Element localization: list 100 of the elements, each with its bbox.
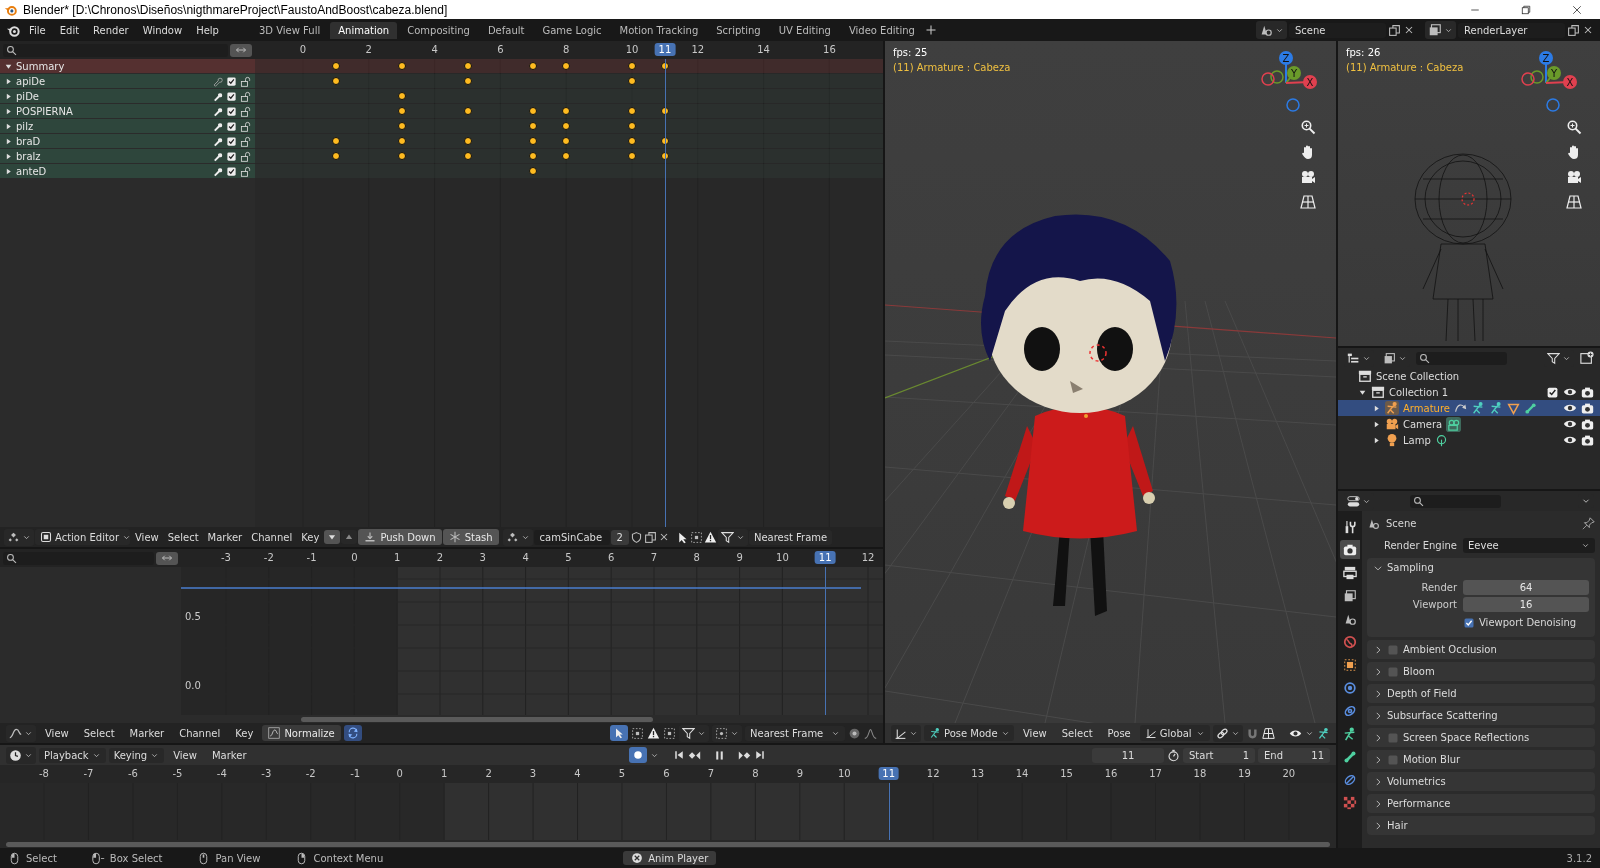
search-field[interactable]: [1416, 351, 1507, 365]
keyframe-marker[interactable]: [331, 152, 340, 160]
camera-icon[interactable]: [1566, 169, 1582, 185]
keyframe-marker[interactable]: [628, 107, 636, 115]
panel-header[interactable]: Performance: [1367, 794, 1595, 813]
panel-header[interactable]: Volumetrics: [1367, 772, 1595, 791]
keyframe-marker[interactable]: [397, 62, 406, 70]
checkbox[interactable]: [1387, 665, 1399, 678]
jump-to-start-icon[interactable]: [672, 749, 685, 761]
lock-icon[interactable]: [240, 90, 251, 102]
number-field[interactable]: 16: [1463, 596, 1589, 612]
menu-item[interactable]: Select: [1055, 725, 1099, 741]
checkbox[interactable]: [1463, 616, 1475, 629]
mode-dropdown[interactable]: Action Editor: [35, 529, 130, 545]
keyframe-marker[interactable]: [562, 137, 571, 145]
search-field[interactable]: [1410, 494, 1501, 508]
panel-header[interactable]: Motion Blur: [1367, 750, 1595, 769]
keyframe-marker[interactable]: [562, 122, 571, 130]
add-icon[interactable]: [924, 24, 937, 36]
menu-item[interactable]: Marker: [123, 725, 171, 741]
menu-item[interactable]: View: [131, 529, 163, 545]
render-camera-icon[interactable]: [1581, 417, 1594, 431]
workspace-tab[interactable]: 3D View Full: [250, 21, 329, 39]
menu-item[interactable]: Pose: [1101, 725, 1137, 741]
move-down-button[interactable]: [324, 530, 341, 544]
current-frame-indicator[interactable]: 11: [654, 43, 676, 56]
checkbox[interactable]: [226, 120, 237, 132]
snap-grid-icon[interactable]: [1261, 726, 1275, 740]
keyframe-marker[interactable]: [331, 77, 340, 85]
menu-item[interactable]: Select: [163, 529, 203, 545]
camera-data-icon[interactable]: [1446, 416, 1462, 432]
keyframe-marker[interactable]: [397, 122, 406, 130]
menu-item[interactable]: Edit: [53, 22, 86, 38]
normalize-toggle[interactable]: Normalize: [262, 725, 341, 741]
lock-icon[interactable]: [240, 165, 251, 177]
chevron-icon[interactable]: [1373, 710, 1383, 721]
keyframe-marker[interactable]: [529, 137, 538, 145]
keyframe-marker[interactable]: [529, 62, 538, 70]
triangle-icon[interactable]: [1506, 401, 1520, 415]
workspace-tab[interactable]: Video Editing: [840, 21, 923, 39]
checkbox[interactable]: [1387, 643, 1399, 656]
menu-item[interactable]: View: [39, 725, 75, 741]
menu-item[interactable]: Marker: [203, 529, 247, 545]
checkbox[interactable]: [226, 75, 237, 87]
panel-header[interactable]: Ambient Occlusion: [1367, 640, 1595, 659]
checkbox[interactable]: [1546, 385, 1559, 399]
editor-type-selector[interactable]: [6, 724, 36, 742]
view-layer-selector[interactable]: [1425, 21, 1456, 39]
outliner-row[interactable]: Scene Collection: [1338, 368, 1600, 384]
current-frame-indicator[interactable]: 11: [814, 551, 836, 564]
menu-item[interactable]: Channel: [247, 529, 297, 545]
panel-header[interactable]: Sampling: [1367, 558, 1595, 577]
lock-icon[interactable]: [240, 120, 251, 132]
falloff-curve-icon[interactable]: [864, 726, 877, 740]
chevron-icon[interactable]: [1373, 798, 1383, 809]
filter-button[interactable]: [679, 724, 709, 742]
new-collection-icon[interactable]: [1580, 351, 1594, 365]
warning-icon[interactable]: [647, 726, 660, 740]
workspace-tab[interactable]: Compositing: [399, 21, 478, 39]
orientation-dropdown[interactable]: Global: [1139, 725, 1210, 741]
copy-icon[interactable]: [1567, 23, 1580, 37]
checkbox[interactable]: [226, 105, 237, 117]
panel-header[interactable]: Depth of Field: [1367, 684, 1595, 703]
chevron-icon[interactable]: [1373, 666, 1383, 677]
swap-button[interactable]: [156, 551, 178, 565]
chevron-icon[interactable]: [1373, 644, 1383, 655]
keyframe-marker[interactable]: [331, 137, 340, 145]
editor-type-selector[interactable]: [891, 724, 921, 742]
end-frame-field[interactable]: End 11: [1258, 747, 1330, 763]
scrollbar[interactable]: [6, 841, 1330, 847]
menu-item[interactable]: Select: [77, 725, 121, 741]
close-icon[interactable]: [1582, 24, 1594, 36]
chevron-icon[interactable]: [1373, 820, 1383, 831]
scrollbar[interactable]: [301, 716, 653, 722]
menu-item[interactable]: Render: [87, 22, 135, 38]
lock-icon[interactable]: [240, 105, 251, 117]
keyframe-marker[interactable]: [628, 62, 636, 70]
stash-button[interactable]: Stash: [442, 529, 499, 545]
box-select-icon[interactable]: [631, 726, 644, 740]
checkbox[interactable]: [1387, 731, 1399, 744]
select-tool-button[interactable]: [610, 725, 628, 741]
refresh-button[interactable]: [343, 725, 362, 741]
keyframe-marker[interactable]: [529, 167, 538, 175]
mode-dropdown[interactable]: Pose Mode: [924, 725, 1014, 741]
editor-type-selector[interactable]: [6, 746, 36, 764]
render-engine-dropdown[interactable]: Eevee: [1463, 538, 1595, 553]
outliner-row[interactable]: Lamp: [1338, 432, 1600, 448]
warning-icon[interactable]: [703, 530, 717, 544]
channel-row[interactable]: piDe: [0, 89, 255, 103]
menu-item[interactable]: View: [167, 747, 203, 763]
box-select-icon[interactable]: [663, 726, 676, 740]
copy-icon[interactable]: [1388, 23, 1401, 37]
chevron-icon[interactable]: [1373, 776, 1383, 787]
keyframe-marker[interactable]: [628, 122, 636, 130]
bone-icon[interactable]: [1523, 401, 1537, 415]
panel-header[interactable]: Hair: [1367, 816, 1595, 835]
current-frame-indicator[interactable]: 11: [878, 767, 900, 780]
workspace-tab[interactable]: Game Logic: [534, 21, 610, 39]
zoom-icon[interactable]: [1300, 119, 1316, 135]
keyframe-marker[interactable]: [529, 152, 538, 160]
